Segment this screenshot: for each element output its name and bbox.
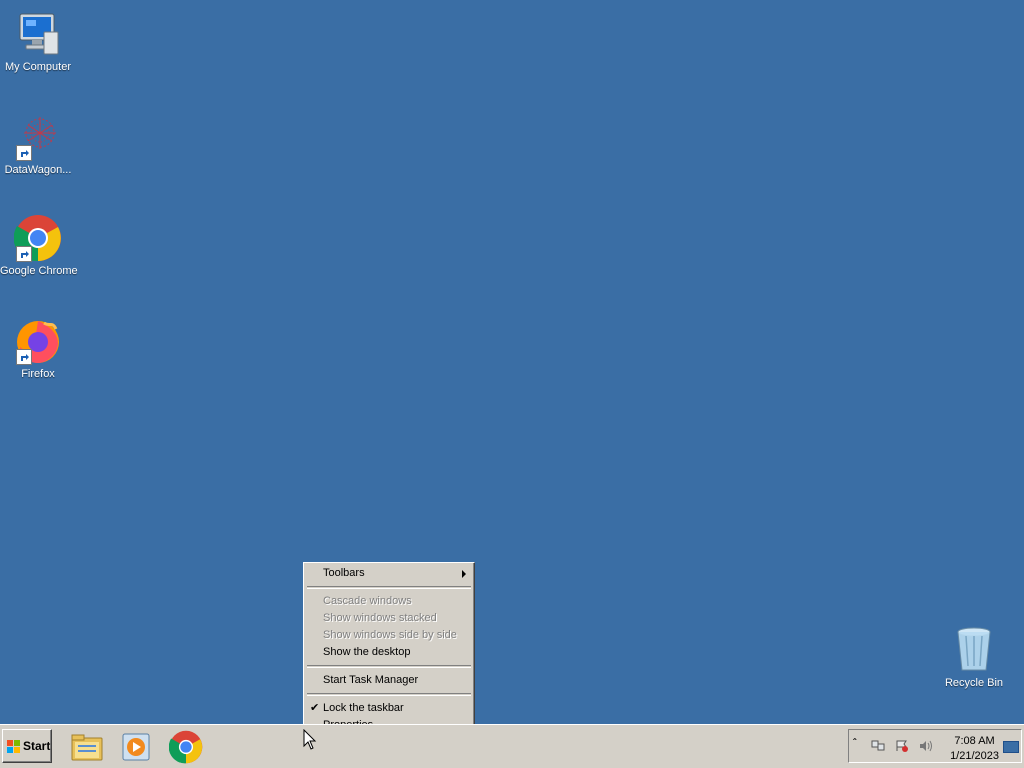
taskbar-chrome[interactable]	[168, 730, 203, 764]
desktop-icon-recycle-bin[interactable]: Recycle Bin	[936, 626, 1012, 689]
menu-item-label: Show windows stacked	[323, 612, 437, 624]
desktop-icon-label: DataWagon...	[4, 164, 72, 176]
menu-item-label: Start Task Manager	[323, 674, 419, 686]
menu-item-label: Lock the taskbar	[323, 702, 404, 714]
menu-item-label: Show the desktop	[323, 646, 411, 658]
datawagon-icon	[14, 113, 62, 161]
clock[interactable]: 7:08 AM 1/21/2023	[950, 734, 999, 764]
taskbar-context-menu: Toolbars Cascade windows Show windows st…	[303, 562, 475, 731]
menu-item-cascade-windows: Cascade windows	[306, 593, 472, 610]
menu-item-toolbars[interactable]: Toolbars	[306, 565, 472, 582]
desktop-icon-firefox[interactable]: Firefox	[0, 317, 76, 380]
desktop-icon-label: Recycle Bin	[944, 677, 1004, 689]
shortcut-arrow-icon	[16, 246, 32, 262]
shortcut-arrow-icon	[16, 145, 32, 161]
start-label: Start	[23, 739, 51, 753]
show-desktop-button[interactable]	[1003, 741, 1019, 753]
menu-item-label: Cascade windows	[323, 595, 412, 607]
menu-item-label: Show windows side by side	[323, 629, 457, 641]
menu-item-lock-the-taskbar[interactable]: ✔ Lock the taskbar	[306, 700, 472, 717]
checkmark-icon: ✔	[310, 702, 320, 714]
desktop-icon-my-computer[interactable]: My Computer	[0, 10, 76, 73]
menu-item-show-the-desktop[interactable]: Show the desktop	[306, 644, 472, 661]
show-hidden-icons-icon[interactable]: ˆ	[853, 738, 856, 749]
system-tray: ˆ 7:08 AM 1/21/2023	[848, 729, 1022, 763]
menu-separator	[307, 586, 471, 589]
taskbar[interactable]: Start ˆ 7:08 AM 1/21/2023	[0, 724, 1024, 768]
desktop-icon-datawagon[interactable]: DataWagon...	[0, 113, 76, 176]
taskbar-media-player[interactable]	[119, 730, 153, 764]
file-explorer-icon	[71, 734, 103, 761]
windows-logo-icon	[7, 739, 21, 754]
chrome-icon	[168, 730, 203, 764]
submenu-arrow-icon	[462, 570, 466, 578]
taskbar-file-explorer[interactable]	[70, 730, 104, 764]
menu-item-start-task-manager[interactable]: Start Task Manager	[306, 672, 472, 689]
desktop-icon-label: My Computer	[4, 61, 72, 73]
media-player-icon	[122, 733, 150, 761]
clock-date: 1/21/2023	[950, 750, 999, 762]
menu-separator	[307, 665, 471, 668]
volume-icon[interactable]	[919, 740, 933, 752]
menu-separator	[307, 693, 471, 696]
start-button[interactable]: Start	[2, 729, 52, 763]
menu-item-show-windows-stacked: Show windows stacked	[306, 610, 472, 627]
computer-icon	[14, 10, 62, 58]
network-icon[interactable]	[871, 740, 885, 752]
firefox-icon	[14, 317, 62, 365]
desktop-icon-google-chrome[interactable]: Google Chrome	[0, 214, 78, 277]
action-center-icon[interactable]	[895, 740, 909, 752]
desktop-icon-label: Google Chrome	[0, 265, 78, 277]
menu-item-show-windows-side-by-side: Show windows side by side	[306, 627, 472, 644]
shortcut-arrow-icon	[16, 349, 32, 365]
menu-item-label: Toolbars	[323, 567, 365, 579]
desktop-icon-label: Firefox	[21, 368, 55, 380]
recycle-bin-icon	[950, 626, 998, 674]
clock-time: 7:08 AM	[954, 735, 995, 747]
mouse-cursor-icon	[303, 728, 317, 754]
chrome-icon	[13, 214, 62, 262]
